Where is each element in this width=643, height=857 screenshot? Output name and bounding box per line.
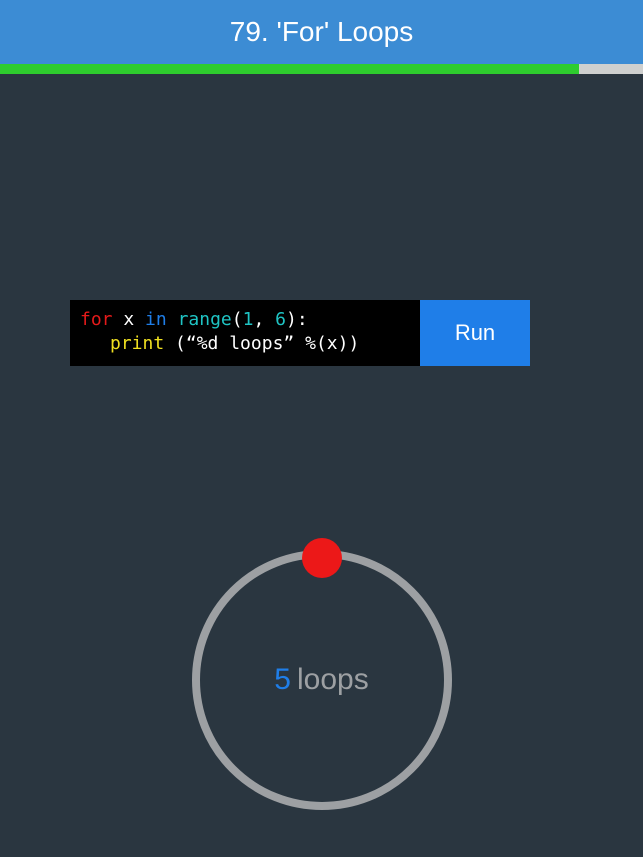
token-open2: ( — [175, 333, 186, 354]
lesson-header: 79. 'For' Loops — [0, 0, 643, 64]
token-open: ( — [232, 309, 243, 330]
progress-bar — [0, 64, 643, 74]
code-line-1: for x in range(1, 6): — [80, 308, 410, 332]
token-close: ) — [286, 309, 297, 330]
loop-ring-icon: 5loops — [192, 550, 452, 810]
token-for: for — [80, 309, 113, 330]
token-var2: x — [327, 333, 338, 354]
token-var: x — [123, 309, 134, 330]
token-range: range — [178, 309, 232, 330]
run-button[interactable]: Run — [420, 300, 530, 366]
code-snippet: for x in range(1, 6): print (“%d loops” … — [70, 300, 420, 366]
token-comma: , — [253, 309, 275, 330]
token-pct: % — [305, 333, 316, 354]
code-run-panel: for x in range(1, 6): print (“%d loops” … — [70, 300, 530, 366]
token-open3: ( — [316, 333, 327, 354]
token-space — [164, 333, 175, 354]
loop-count: 5 — [274, 663, 291, 696]
progress-fill — [0, 64, 579, 74]
loop-dot-icon — [302, 538, 342, 578]
token-close4: ) — [348, 333, 359, 354]
loop-word: loops — [297, 663, 369, 696]
run-button-label: Run — [455, 320, 495, 346]
token-num-a: 1 — [243, 309, 254, 330]
token-num-b: 6 — [275, 309, 286, 330]
token-space2 — [294, 333, 305, 354]
token-close3: ) — [338, 333, 349, 354]
token-print: print — [110, 333, 164, 354]
loop-visual: 5loops — [192, 550, 452, 810]
token-colon: : — [297, 309, 308, 330]
code-line-2: print (“%d loops” %(x)) — [80, 332, 410, 356]
loop-label: 5loops — [274, 663, 368, 697]
token-string: “%d loops” — [186, 333, 294, 354]
token-in: in — [145, 309, 167, 330]
lesson-title: 79. 'For' Loops — [230, 16, 413, 48]
